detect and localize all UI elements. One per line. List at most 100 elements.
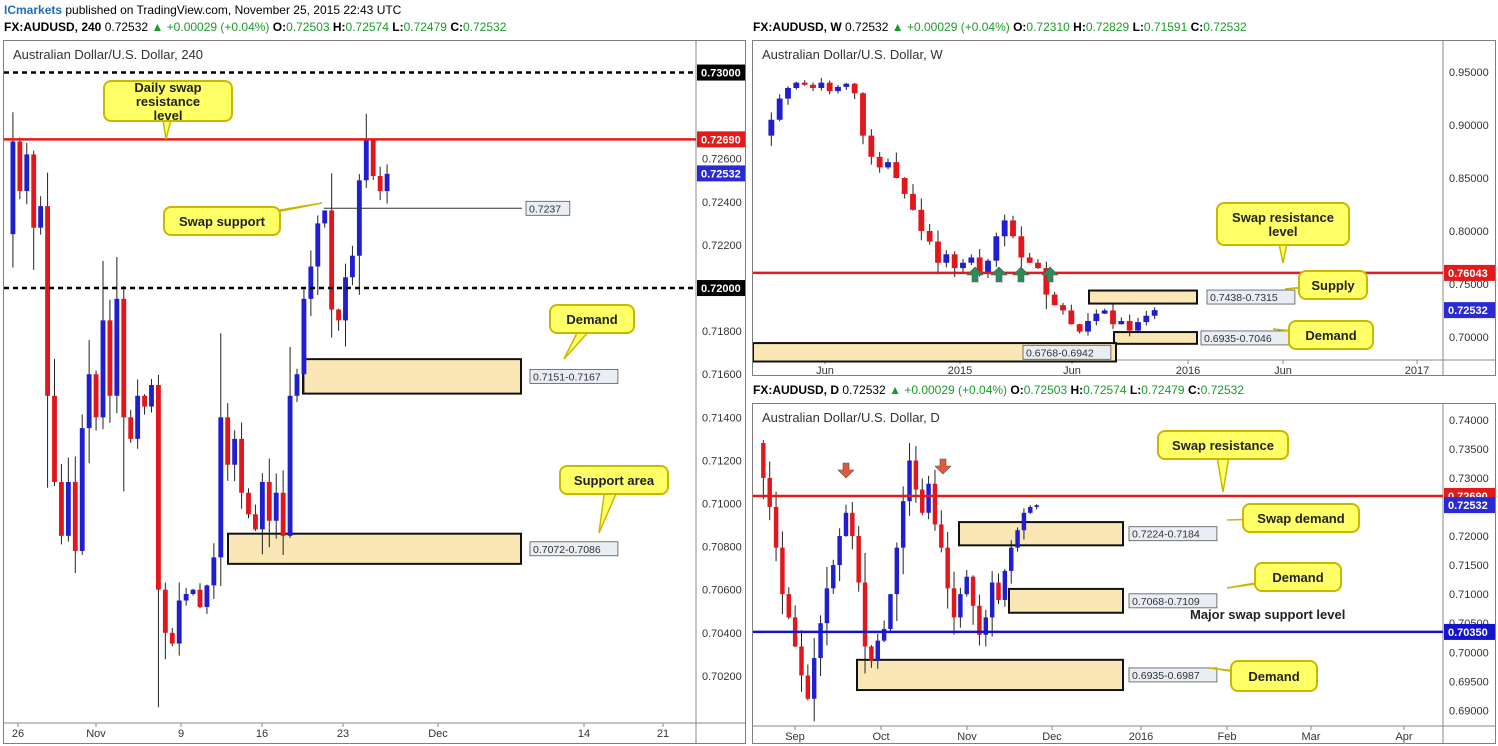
weekly-candle-body <box>951 254 958 269</box>
daily-callout-demand-2-text: Demand <box>1248 669 1299 684</box>
daily-change: +0.00029 (+0.04%) <box>904 383 1008 397</box>
h4-candle-body <box>294 374 300 396</box>
h4-high-label: H: <box>332 20 346 34</box>
weekly-candle-body <box>1068 310 1075 325</box>
weekly-last-price-label: 0.72532 <box>1448 305 1488 317</box>
weekly-x-tick-label: Jun <box>816 365 834 376</box>
daily-candle-body <box>1015 530 1020 548</box>
weekly-candle-body <box>1151 310 1158 316</box>
daily-candle-body <box>837 536 842 566</box>
weekly-low-label: L: <box>1132 20 1144 34</box>
daily-candle-body <box>869 646 874 661</box>
daily-candle-body <box>862 582 868 647</box>
h4-candle-body <box>79 428 85 551</box>
h4-zone-label-0: 0.7151-0.7167 <box>533 371 601 383</box>
daily-major-swap-label: Major swap support level <box>1190 607 1345 622</box>
h4-close: 0.72532 <box>462 20 507 34</box>
weekly-callout-swap-res-text: Swap resistance <box>1232 210 1334 225</box>
weekly-high: 0.72829 <box>1085 20 1130 34</box>
h4-last-price-label: 0.72532 <box>701 168 741 180</box>
weekly-y-tick-label: 0.85000 <box>1449 173 1489 185</box>
daily-y-tick-label: 0.71500 <box>1449 560 1489 572</box>
h4-candle-body <box>17 141 23 192</box>
h4-y-tick-label: 0.70200 <box>702 671 742 683</box>
weekly-candle-body <box>851 83 858 94</box>
h4-candle-body <box>377 175 383 192</box>
h4-open-label: O: <box>272 20 287 34</box>
h4-candle-body <box>156 385 161 590</box>
h4-candle-body <box>363 139 369 181</box>
weekly-candle-body <box>776 98 783 120</box>
weekly-candle-body <box>768 119 775 136</box>
h4-candle-body <box>86 374 92 429</box>
weekly-x-tick-label: Jun <box>1063 365 1081 376</box>
h4-candle-body <box>370 139 376 176</box>
h4-candle-body <box>162 589 168 633</box>
weekly-symbol-header: FX:AUDUSD, W 0.72532 ▲ +0.00029 (+0.04%)… <box>753 17 1247 37</box>
daily-symbol: FX:AUDUSD, D <box>753 383 839 397</box>
daily-candle-body <box>818 623 823 659</box>
weekly-candle-body <box>1035 262 1041 269</box>
weekly-candle-body <box>918 209 925 231</box>
h4-candle-body <box>315 223 321 267</box>
daily-zone-label-2: 0.6935-0.6987 <box>1132 670 1200 682</box>
h4-zone-1 <box>227 532 522 565</box>
daily-level-price-1: 0.70350 <box>1448 627 1488 639</box>
daily-high: 0.72574 <box>1083 383 1127 397</box>
weekly-zone-label-0: 0.7438-0.7315 <box>1210 292 1278 304</box>
daily-x-tick-label: Nov <box>957 731 977 743</box>
h4-x-tick-label: 14 <box>578 728 590 740</box>
weekly-callout-supply-text: Supply <box>1311 278 1355 293</box>
daily-y-tick-label: 0.69500 <box>1449 676 1489 688</box>
daily-candle-body <box>805 675 811 699</box>
h4-x-tick-label: 26 <box>12 728 24 740</box>
weekly-close-label: C: <box>1190 20 1204 34</box>
weekly-candle-body <box>901 178 908 194</box>
h4-x-tick-label: Nov <box>86 728 106 740</box>
daily-candle-body <box>970 576 976 606</box>
h4-level-price-3: 0.72000 <box>701 283 741 295</box>
weekly-high-label: H: <box>1073 20 1086 34</box>
weekly-candle-body <box>1076 324 1083 332</box>
h4-zone-0 <box>302 358 522 395</box>
weekly-level-price-0: 0.76043 <box>1448 268 1488 280</box>
h4-y-tick-label: 0.72200 <box>702 240 742 252</box>
h4-candle-body <box>176 600 182 644</box>
daily-candle-body <box>989 582 995 618</box>
weekly-x-tick-label: 2017 <box>1405 365 1429 376</box>
daily-candle-body <box>945 547 950 589</box>
h4-callout-demand-text: Demand <box>566 312 617 327</box>
weekly-candle-body <box>1101 310 1108 314</box>
daily-chart-panel[interactable]: 0.74000 0.73500 0.73000 0.72000 0.71500 0.710… <box>752 403 1496 744</box>
h4-chart-panel[interactable]: 0.72600 0.72400 0.72200 0.71800 0.71600 0.714… <box>3 40 746 744</box>
daily-callout-swap-res-text: Swap resistance <box>1172 438 1274 453</box>
weekly-chart-svg[interactable]: 0.950000.900000.850000.800000.750000.700… <box>753 41 1496 376</box>
brand-name[interactable]: ICmarkets <box>4 3 62 17</box>
h4-candle-body <box>65 481 71 536</box>
weekly-candle-body <box>1126 321 1133 331</box>
h4-candle-body <box>266 481 272 521</box>
daily-chart-title: Australian Dollar/U.S. Dollar, D <box>762 410 940 425</box>
h4-y-tick-label: 0.71800 <box>702 326 742 338</box>
daily-x-tick-label: Apr <box>1395 731 1412 743</box>
weekly-candle-body <box>1118 321 1125 325</box>
weekly-x-tick-label: Jun <box>1274 365 1292 376</box>
daily-x-tick-label: Dec <box>1042 731 1062 743</box>
weekly-candle-body <box>1093 313 1100 322</box>
weekly-chart-panel[interactable]: 0.95000 0.90000 0.85000 0.80000 0.75000 0.700… <box>752 40 1496 376</box>
weekly-candle-body <box>968 257 975 263</box>
daily-candle-body <box>996 582 1001 600</box>
daily-chart-svg[interactable]: 0.74000 0.73500 0.73000 0.72000 0.71500 0.710… <box>753 404 1496 744</box>
h4-candle-body <box>169 632 175 644</box>
daily-callout-swap-demand-text: Swap demand <box>1257 511 1344 526</box>
daily-candle-body <box>926 483 931 513</box>
weekly-y-tick-label: 0.80000 <box>1449 226 1489 238</box>
weekly-low: 0.71591 <box>1143 20 1188 34</box>
weekly-candle-body <box>943 254 950 263</box>
daily-high-label: H: <box>1070 383 1084 397</box>
h4-chart-svg[interactable]: 0.72600 0.72400 0.72200 0.71800 0.71600 0.714… <box>4 41 746 744</box>
weekly-open-label: O: <box>1013 20 1027 34</box>
h4-x-tick-label: 16 <box>256 728 268 740</box>
weekly-candle-body <box>935 241 941 263</box>
weekly-candle-body <box>993 236 1000 261</box>
